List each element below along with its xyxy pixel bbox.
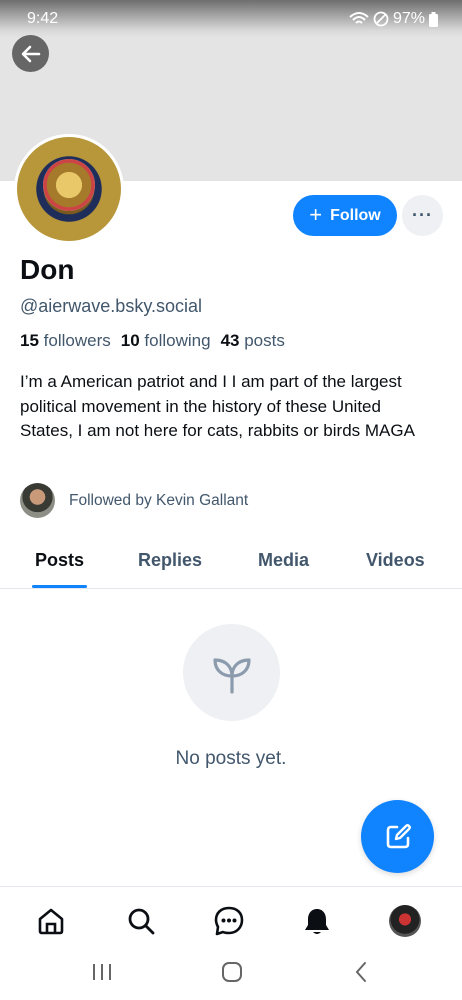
more-options-button[interactable]: ··· [402,195,443,236]
home-button-icon[interactable] [221,961,243,983]
posts-label: posts [244,331,285,350]
chat-icon [214,906,244,936]
nav-home[interactable] [34,904,68,938]
tab-videos[interactable]: Videos [366,550,425,571]
status-icons: 97% [349,10,438,28]
followed-by[interactable]: Followed by Kevin Gallant [20,483,248,518]
compose-icon [386,823,411,848]
avatar-image [17,137,121,241]
do-not-disturb-icon [373,11,389,27]
followers-count: 15 [20,331,39,350]
following-link[interactable]: 10 following [121,331,211,351]
nav-search[interactable] [124,904,158,938]
active-tab-indicator [32,585,87,588]
following-count: 10 [120,331,140,350]
following-label: following [144,331,211,350]
empty-state-message: No posts yet. [175,748,287,769]
sprout-icon [212,657,251,694]
follower-avatar [20,483,55,518]
ellipsis-icon: ··· [412,205,433,225]
search-icon [128,908,155,935]
posts-stat: 43 posts [221,331,285,351]
display-name: Don [20,254,75,285]
status-bar: 9:42 97% [0,0,462,38]
profile-bio: I’m a American patriot and I I am part o… [20,372,415,440]
followed-by-text: Followed by Kevin Gallant [69,491,249,509]
profile-avatar[interactable] [14,134,124,244]
arrow-left-icon [21,45,40,62]
nav-notifications[interactable] [300,904,334,938]
back-button[interactable] [12,35,49,72]
tab-replies[interactable]: Replies [138,550,202,571]
status-time: 9:42 [27,10,59,27]
profile-stats: 15 followers 10 following 43 posts [20,331,285,351]
bottom-navigation [0,886,462,954]
empty-state-circle [183,624,280,721]
posts-count: 43 [220,331,240,350]
battery-icon [429,11,438,27]
compose-button[interactable] [361,800,434,873]
tab-media[interactable]: Media [258,550,309,571]
profile-handle: @aierwave.bsky.social [20,296,203,316]
system-navigation [0,954,462,1000]
tab-posts[interactable]: Posts [35,550,84,571]
profile-avatar [389,905,421,937]
wifi-icon [349,12,369,24]
notifications-icon [305,909,329,934]
nav-profile[interactable] [388,904,422,938]
battery-level: 97% [392,10,425,27]
recent-apps-icon[interactable] [91,962,113,982]
profile-tabs: Posts Replies Media Videos [0,540,462,589]
nav-chat[interactable] [212,904,246,938]
followers-link[interactable]: 15 followers [20,331,111,351]
plus-icon: + [309,201,323,227]
back-nav-icon[interactable] [352,960,370,984]
home-icon [38,908,64,935]
followers-label: followers [43,331,111,350]
follow-button[interactable]: + Follow [293,195,397,236]
follow-label: Follow [330,206,381,224]
